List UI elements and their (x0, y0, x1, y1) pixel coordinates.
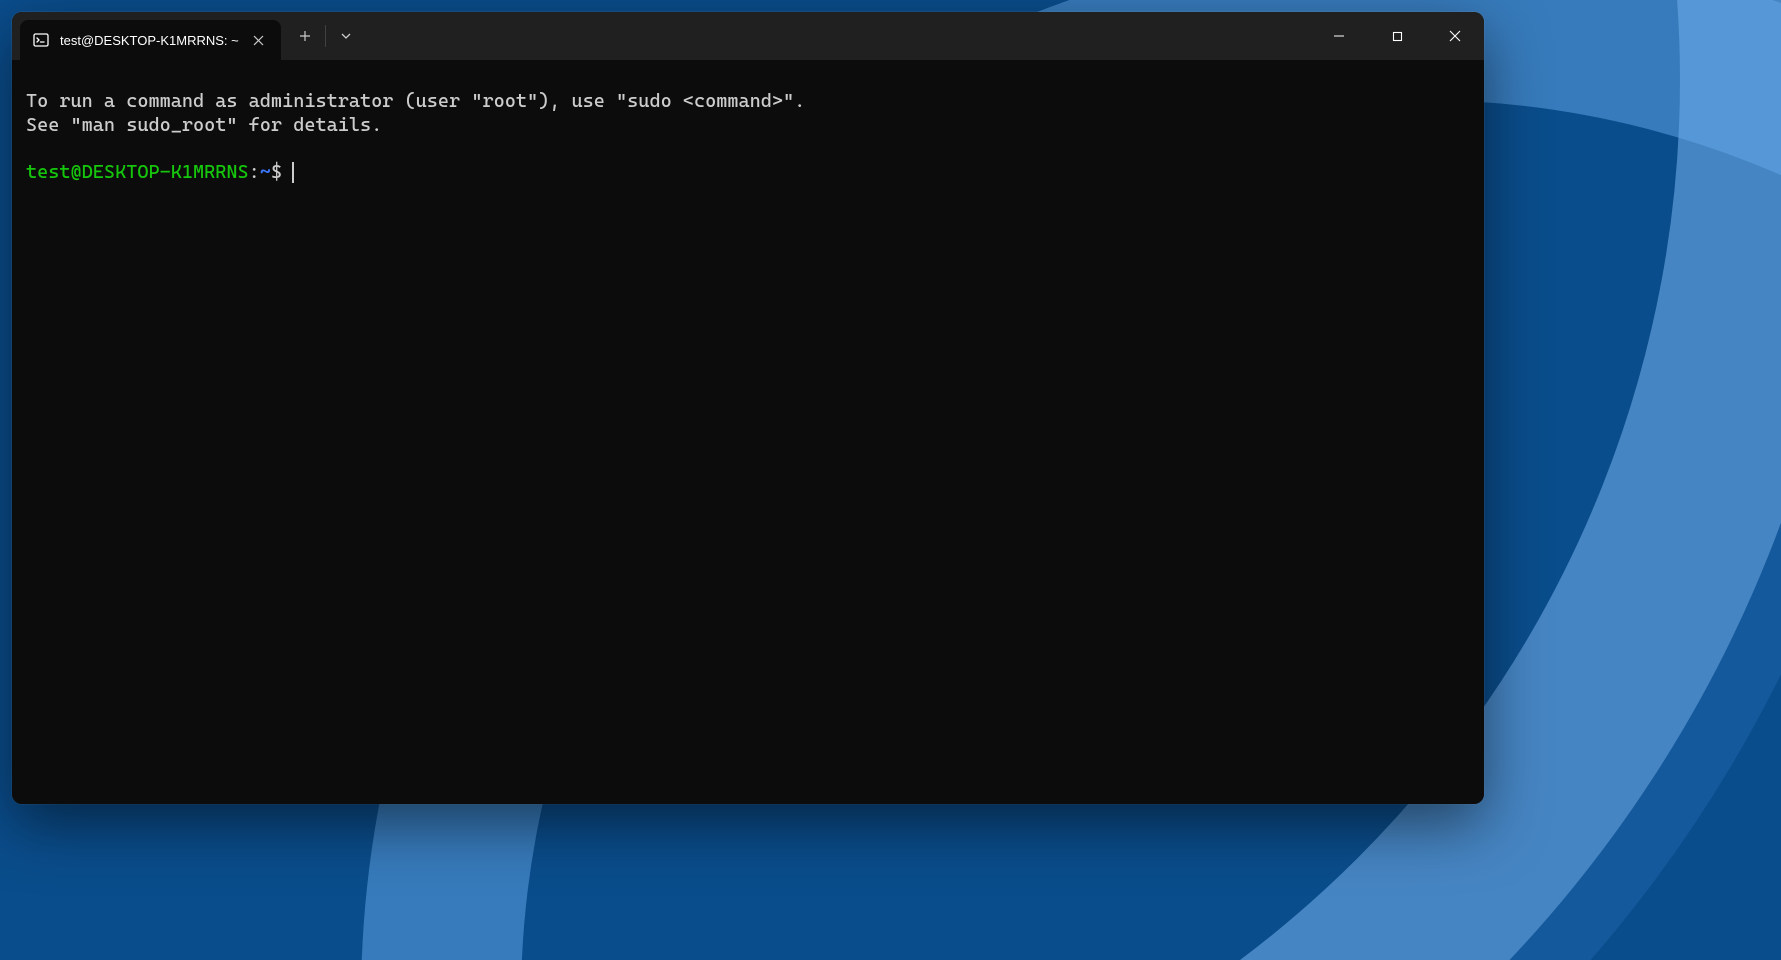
tab-title: test@DESKTOP-K1MRRNS: ~ (60, 33, 239, 48)
tab-strip: test@DESKTOP-K1MRRNS: ~ (12, 12, 281, 60)
terminal-icon (32, 31, 50, 49)
motd-line-2: See "man sudo_root" for details. (26, 114, 1470, 138)
tab-actions (281, 12, 366, 60)
tab-dropdown-button[interactable] (326, 16, 366, 56)
title-bar[interactable]: test@DESKTOP-K1MRRNS: ~ (12, 12, 1484, 60)
tab-active[interactable]: test@DESKTOP-K1MRRNS: ~ (20, 20, 281, 60)
prompt-separator: : (249, 161, 260, 185)
maximize-button[interactable] (1368, 12, 1426, 60)
title-bar-drag-area[interactable] (366, 12, 1310, 60)
prompt-user-host: test@DESKTOP-K1MRRNS (26, 161, 249, 185)
tab-close-button[interactable] (249, 30, 269, 50)
new-tab-button[interactable] (285, 16, 325, 56)
close-window-button[interactable] (1426, 12, 1484, 60)
window-controls (1310, 12, 1484, 60)
prompt-line: test@DESKTOP-K1MRRNS:~$ (26, 161, 1470, 185)
prompt-symbol: $ (271, 161, 282, 185)
minimize-button[interactable] (1310, 12, 1368, 60)
terminal-window: test@DESKTOP-K1MRRNS: ~ (12, 12, 1484, 804)
cursor (292, 162, 294, 183)
terminal-output-area[interactable]: To run a command as administrator (user … (12, 60, 1484, 804)
prompt-path: ~ (260, 161, 271, 185)
motd-line-1: To run a command as administrator (user … (26, 90, 1470, 114)
